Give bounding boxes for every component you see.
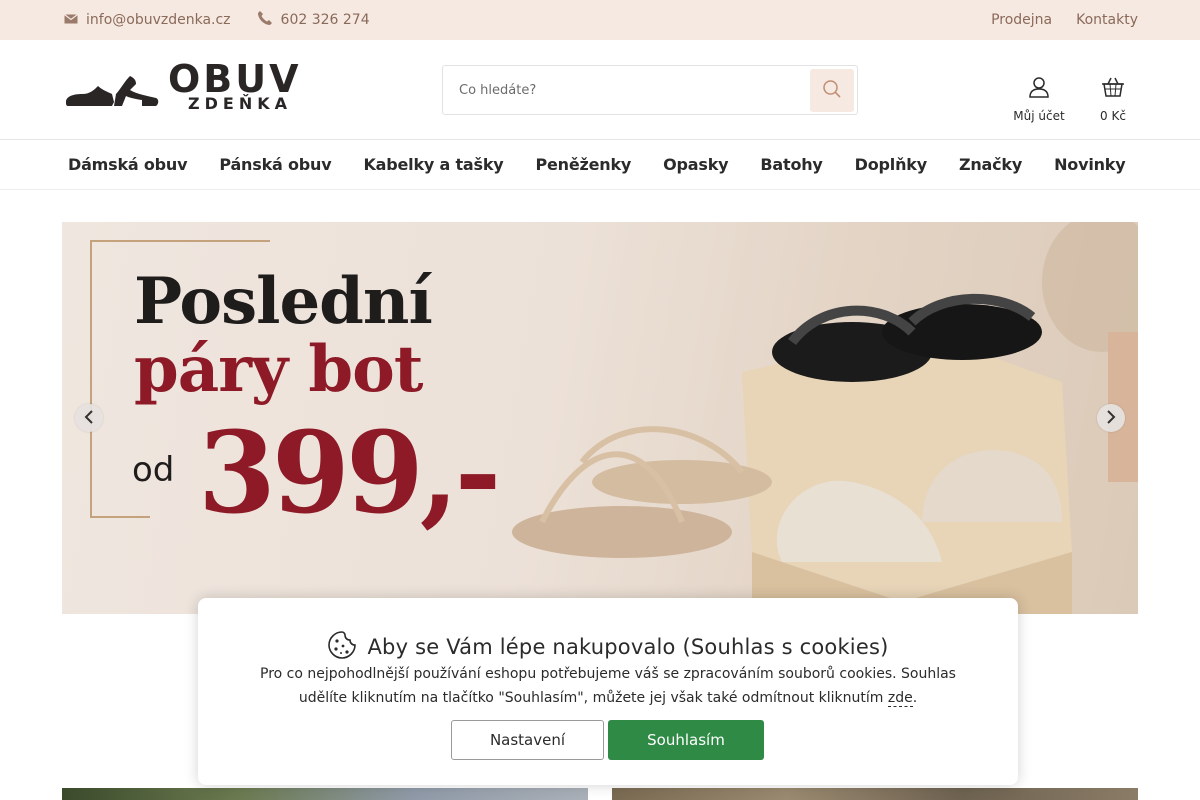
main-nav: Dámská obuv Pánská obuv Kabelky a tašky … (0, 140, 1200, 190)
cookie-decline-link[interactable]: zde (887, 690, 913, 707)
cookie-icon (327, 630, 357, 664)
email-contact[interactable]: info@obuvzdenka.cz (64, 12, 231, 28)
nav-item-doplnky[interactable]: Doplňky (855, 155, 927, 174)
link-kontakty[interactable]: Kontakty (1076, 12, 1138, 28)
user-icon (1028, 76, 1050, 101)
logo-sub-text: ZDEŇKA (188, 93, 292, 113)
nav-item-batohy[interactable]: Batohy (760, 155, 822, 174)
cookie-consent-dialog: Aby se Vám lépe nakupovalo (Souhlas s co… (198, 598, 1018, 785)
banner-prev-button[interactable] (75, 404, 103, 432)
sandals-image (512, 222, 1138, 614)
nav-item-opasky[interactable]: Opasky (663, 155, 728, 174)
cookie-accept-button[interactable]: Souhlasím (608, 720, 764, 760)
cookie-description: Pro co nejpohodlnější používání eshopu p… (260, 666, 956, 706)
nav-item-panska-obuv[interactable]: Pánská obuv (219, 155, 331, 174)
chevron-left-icon (84, 409, 94, 428)
cookie-text: Pro co nejpohodlnější používání eshopu p… (248, 662, 968, 710)
nav-item-damska-obuv[interactable]: Dámská obuv (68, 155, 188, 174)
chevron-right-icon (1106, 409, 1116, 428)
search-box (442, 65, 858, 115)
search-icon (822, 79, 842, 103)
phone-icon (257, 10, 273, 30)
cart-total: 0 Kč (1100, 109, 1126, 123)
top-bar-links: Prodejna Kontakty (991, 12, 1138, 28)
site-header: OBUV ZDEŇKA Můj účet 0 Kč (0, 40, 1200, 140)
category-tile[interactable] (612, 788, 1138, 800)
search-button[interactable] (810, 69, 854, 112)
cookie-title: Aby se Vám lépe nakupovalo (Souhlas s co… (367, 635, 889, 659)
shoes-logo-icon (64, 72, 160, 112)
cookie-title-row: Aby se Vám lépe nakupovalo (Souhlas s co… (198, 630, 1018, 664)
hero-banner[interactable]: Poslední páry bot od 399,- (62, 222, 1138, 614)
nav-item-znacky[interactable]: Značky (959, 155, 1022, 174)
nav-item-novinky[interactable]: Novinky (1054, 155, 1126, 174)
account-label: Můj účet (1013, 109, 1065, 123)
email-text: info@obuvzdenka.cz (86, 12, 231, 28)
logo[interactable]: OBUV ZDEŇKA (64, 60, 302, 112)
search-input[interactable] (443, 82, 803, 98)
envelope-icon (64, 12, 78, 28)
link-prodejna[interactable]: Prodejna (991, 12, 1052, 28)
category-tile[interactable] (62, 788, 588, 800)
phone-contact[interactable]: 602 326 274 (257, 10, 370, 30)
logo-text: OBUV ZDEŇKA (168, 60, 302, 112)
logo-main-text: OBUV (168, 56, 302, 101)
account-link[interactable]: Můj účet (1012, 68, 1066, 123)
nav-item-kabelky[interactable]: Kabelky a tašky (363, 155, 503, 174)
top-bar: info@obuvzdenka.cz 602 326 274 Prodejna … (0, 0, 1200, 40)
cookie-settings-button[interactable]: Nastavení (451, 720, 604, 760)
nav-item-penezenky[interactable]: Peněženky (536, 155, 632, 174)
basket-icon (1101, 76, 1125, 101)
phone-text: 602 326 274 (280, 12, 370, 28)
cookie-text-end: . (912, 690, 918, 706)
top-bar-contacts: info@obuvzdenka.cz 602 326 274 (64, 10, 370, 30)
cart-link[interactable]: 0 Kč (1094, 68, 1132, 123)
banner-next-button[interactable] (1097, 404, 1125, 432)
